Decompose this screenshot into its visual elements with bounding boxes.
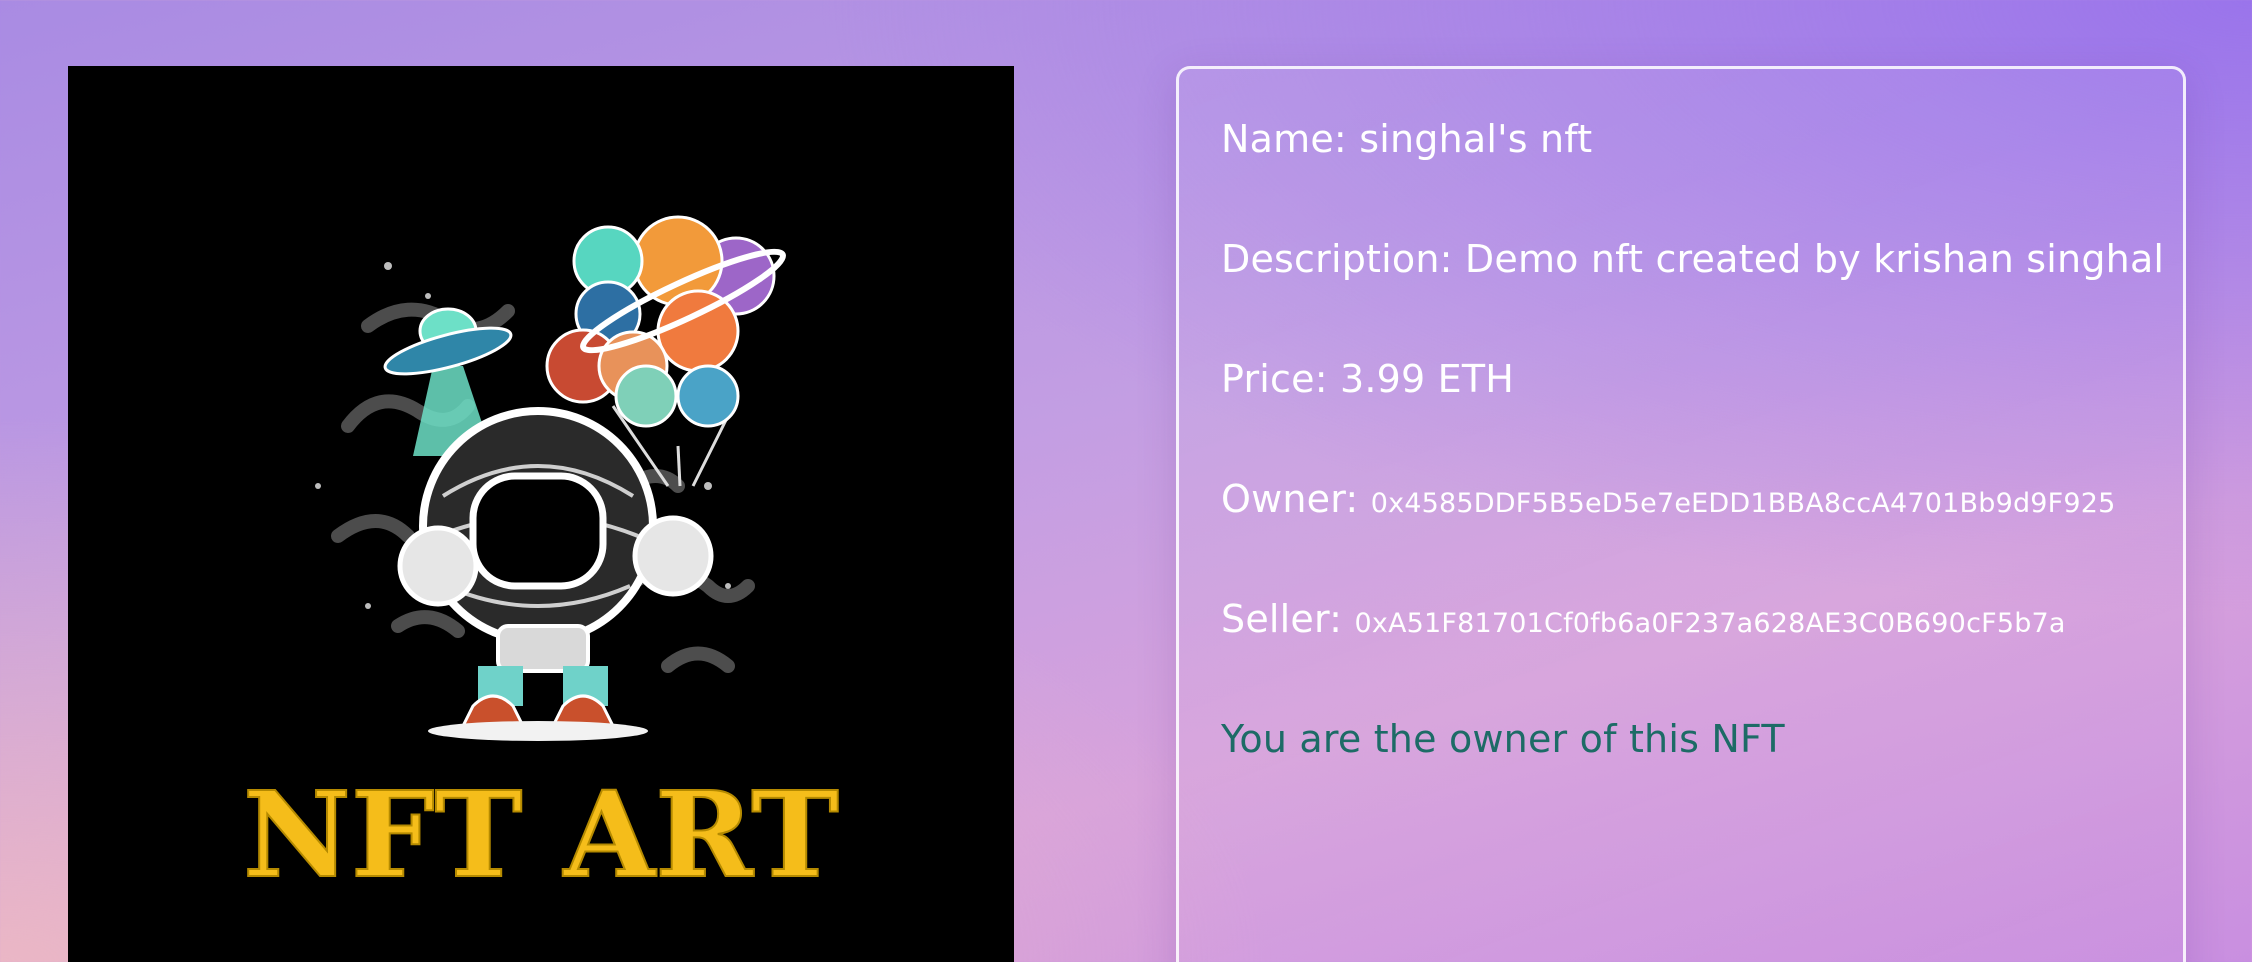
price-value: 3.99 ETH	[1339, 357, 1515, 401]
ownership-status-message: You are the owner of this NFT	[1221, 717, 1785, 761]
description-value: Demo nft created by krishan singhal	[1464, 237, 2165, 281]
price-row: Price: 3.99 ETH	[1221, 357, 1514, 401]
nft-image: NFT ART	[68, 66, 1014, 962]
name-row: Name: singhal's nft	[1221, 117, 1592, 161]
seller-row: Seller: 0xA51F81701Cf0fb6a0F237a628AE3C0…	[1221, 597, 2066, 641]
seller-label: Seller:	[1221, 597, 1343, 641]
owner-label: Owner:	[1221, 477, 1359, 521]
owner-address: 0x4585DDF5B5eD5e7eEDD1BBA8ccA4701Bb9d9F9…	[1370, 488, 2116, 519]
seller-address: 0xA51F81701Cf0fb6a0F237a628AE3C0B690cF5b…	[1354, 608, 2066, 639]
nft-details-card: Name: singhal's nft Description: Demo nf…	[1176, 66, 2186, 962]
nft-artwork: NFT ART	[242, 215, 840, 905]
description-label: Description:	[1221, 237, 1453, 281]
name-value: singhal's nft	[1359, 117, 1593, 161]
description-row: Description: Demo nft created by krishan…	[1221, 237, 2164, 281]
name-label: Name:	[1221, 117, 1347, 161]
astronaut-figure	[397, 407, 714, 741]
nft-art-title: NFT ART	[243, 765, 839, 904]
price-label: Price:	[1221, 357, 1328, 401]
owner-row: Owner: 0x4585DDF5B5eD5e7eEDD1BBA8ccA4701…	[1221, 477, 2116, 521]
